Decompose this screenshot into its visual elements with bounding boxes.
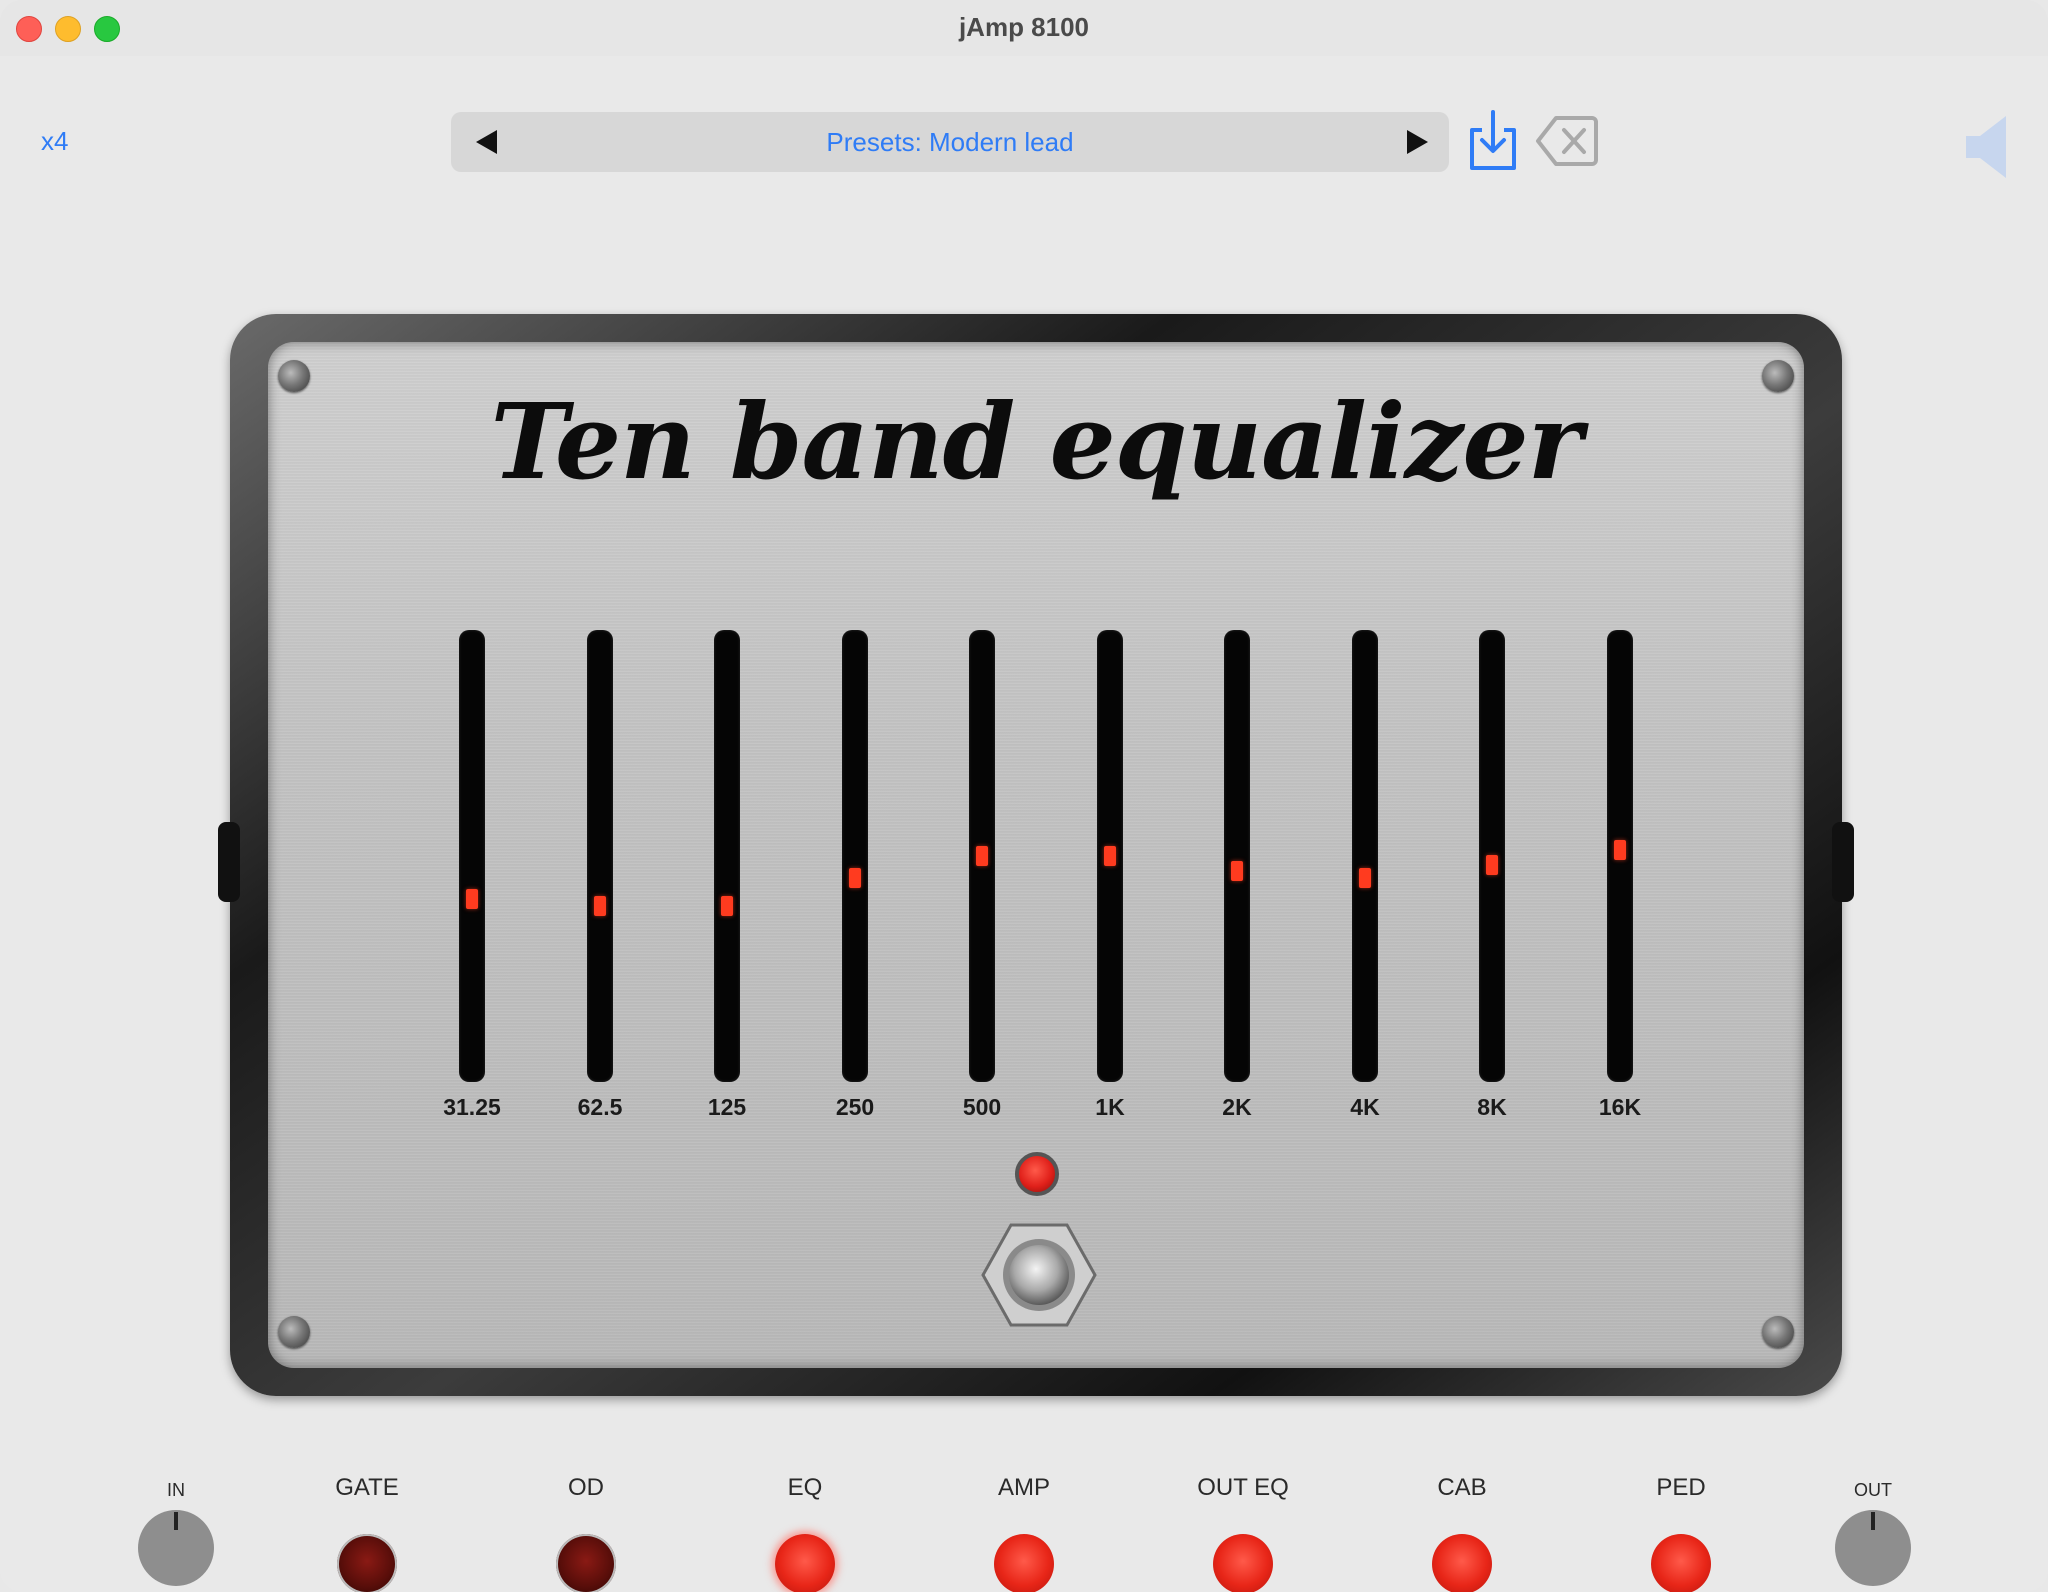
slider-thumb[interactable] (721, 895, 733, 916)
slider-thumb[interactable] (466, 889, 478, 910)
eq-slider-250[interactable] (842, 630, 868, 1082)
band-label: 16K (1598, 1094, 1642, 1120)
band-label: 250 (835, 1094, 875, 1120)
stage-label-amp: AMP (997, 1474, 1050, 1501)
eq-slider-8k[interactable] (1479, 630, 1505, 1082)
pedal-title: Ten band equalizer (490, 380, 1582, 503)
title-bar: jAmp 8100 (0, 0, 2048, 56)
window-title: jAmp 8100 (958, 12, 1090, 42)
slider-thumb[interactable] (1359, 867, 1371, 888)
stage-label-cab: CAB (1437, 1474, 1487, 1501)
footswitch-icon (981, 1223, 1097, 1327)
screw-icon (1762, 1316, 1794, 1348)
cab-toggle-led[interactable] (1432, 1534, 1492, 1592)
eq-slider-500[interactable] (969, 630, 995, 1082)
slider-thumb[interactable] (1231, 861, 1243, 882)
input-level-knob[interactable] (138, 1510, 214, 1586)
eq-slider-1k[interactable] (1097, 630, 1123, 1082)
output-jack (1832, 822, 1854, 902)
slider-thumb[interactable] (1486, 854, 1498, 875)
band-label: 31.25 (443, 1094, 501, 1120)
pedal-faceplate: Ten band equalizer 31.25 62.5 125 250 50… (268, 342, 1804, 1368)
slider-thumb[interactable] (976, 846, 988, 866)
download-tray-icon (1470, 110, 1516, 170)
next-preset-button[interactable] (1395, 120, 1439, 164)
speaker-icon (1966, 116, 2006, 178)
slider-thumb[interactable] (1614, 839, 1626, 860)
eq-slider-62-5[interactable] (587, 630, 613, 1082)
bypass-footswitch[interactable] (979, 1222, 1099, 1328)
stage-label-gate: GATE (335, 1474, 399, 1501)
stage-label-od: OD (568, 1474, 604, 1501)
input-label: IN (167, 1480, 185, 1500)
stage-label-ped: PED (1656, 1474, 1706, 1501)
band-label: 2K (1222, 1094, 1252, 1120)
ped-toggle-led[interactable] (1651, 1534, 1711, 1592)
pedal-status-led (1015, 1152, 1059, 1196)
stage-label-out-eq: OUT EQ (1197, 1474, 1289, 1501)
eq-slider-125[interactable] (714, 630, 740, 1082)
preset-name[interactable]: Presets: Modern lead (511, 127, 1389, 158)
save-preset-button[interactable] (1464, 108, 1522, 174)
amp-toggle-led[interactable] (994, 1534, 1054, 1592)
triangle-left-icon (476, 130, 497, 154)
eq-slider-4k[interactable] (1352, 630, 1378, 1082)
delete-preset-button[interactable] (1534, 112, 1600, 170)
output-label: OUT (1854, 1480, 1892, 1500)
band-label: 1K (1095, 1094, 1125, 1120)
volume-button[interactable] (1962, 112, 2012, 182)
output-level-knob[interactable] (1835, 1510, 1911, 1586)
slider-thumb[interactable] (1104, 846, 1116, 866)
screw-icon (278, 1316, 310, 1348)
eq-slider-16k[interactable] (1607, 630, 1633, 1082)
od-toggle-led[interactable] (556, 1534, 616, 1592)
eq-slider-31-25[interactable] (459, 630, 485, 1082)
band-label: 500 (962, 1094, 1002, 1120)
multiplier-button[interactable]: x4 (41, 126, 68, 157)
knob-pointer (1871, 1512, 1875, 1530)
input-jack (218, 822, 240, 902)
slider-thumb[interactable] (594, 895, 606, 916)
app-window: jAmp 8100 x4 Presets: Modern lead Ten ba… (0, 0, 2048, 1592)
eq-toggle-led[interactable] (775, 1534, 835, 1592)
slider-thumb[interactable] (849, 867, 861, 888)
gate-toggle-led[interactable] (337, 1534, 397, 1592)
triangle-right-icon (1407, 130, 1428, 154)
band-label: 8K (1477, 1094, 1507, 1120)
knob-pointer (174, 1512, 178, 1530)
preset-selector: Presets: Modern lead (451, 112, 1449, 172)
band-label: 62.5 (577, 1094, 623, 1120)
out-eq-toggle-led[interactable] (1213, 1534, 1273, 1592)
band-label: 4K (1350, 1094, 1380, 1120)
backspace-x-icon (1536, 116, 1598, 166)
equalizer-pedal: Ten band equalizer 31.25 62.5 125 250 50… (218, 314, 1854, 1396)
stage-label-eq: EQ (787, 1474, 823, 1501)
previous-preset-button[interactable] (465, 120, 509, 164)
eq-slider-2k[interactable] (1224, 630, 1250, 1082)
band-label: 125 (707, 1094, 747, 1120)
